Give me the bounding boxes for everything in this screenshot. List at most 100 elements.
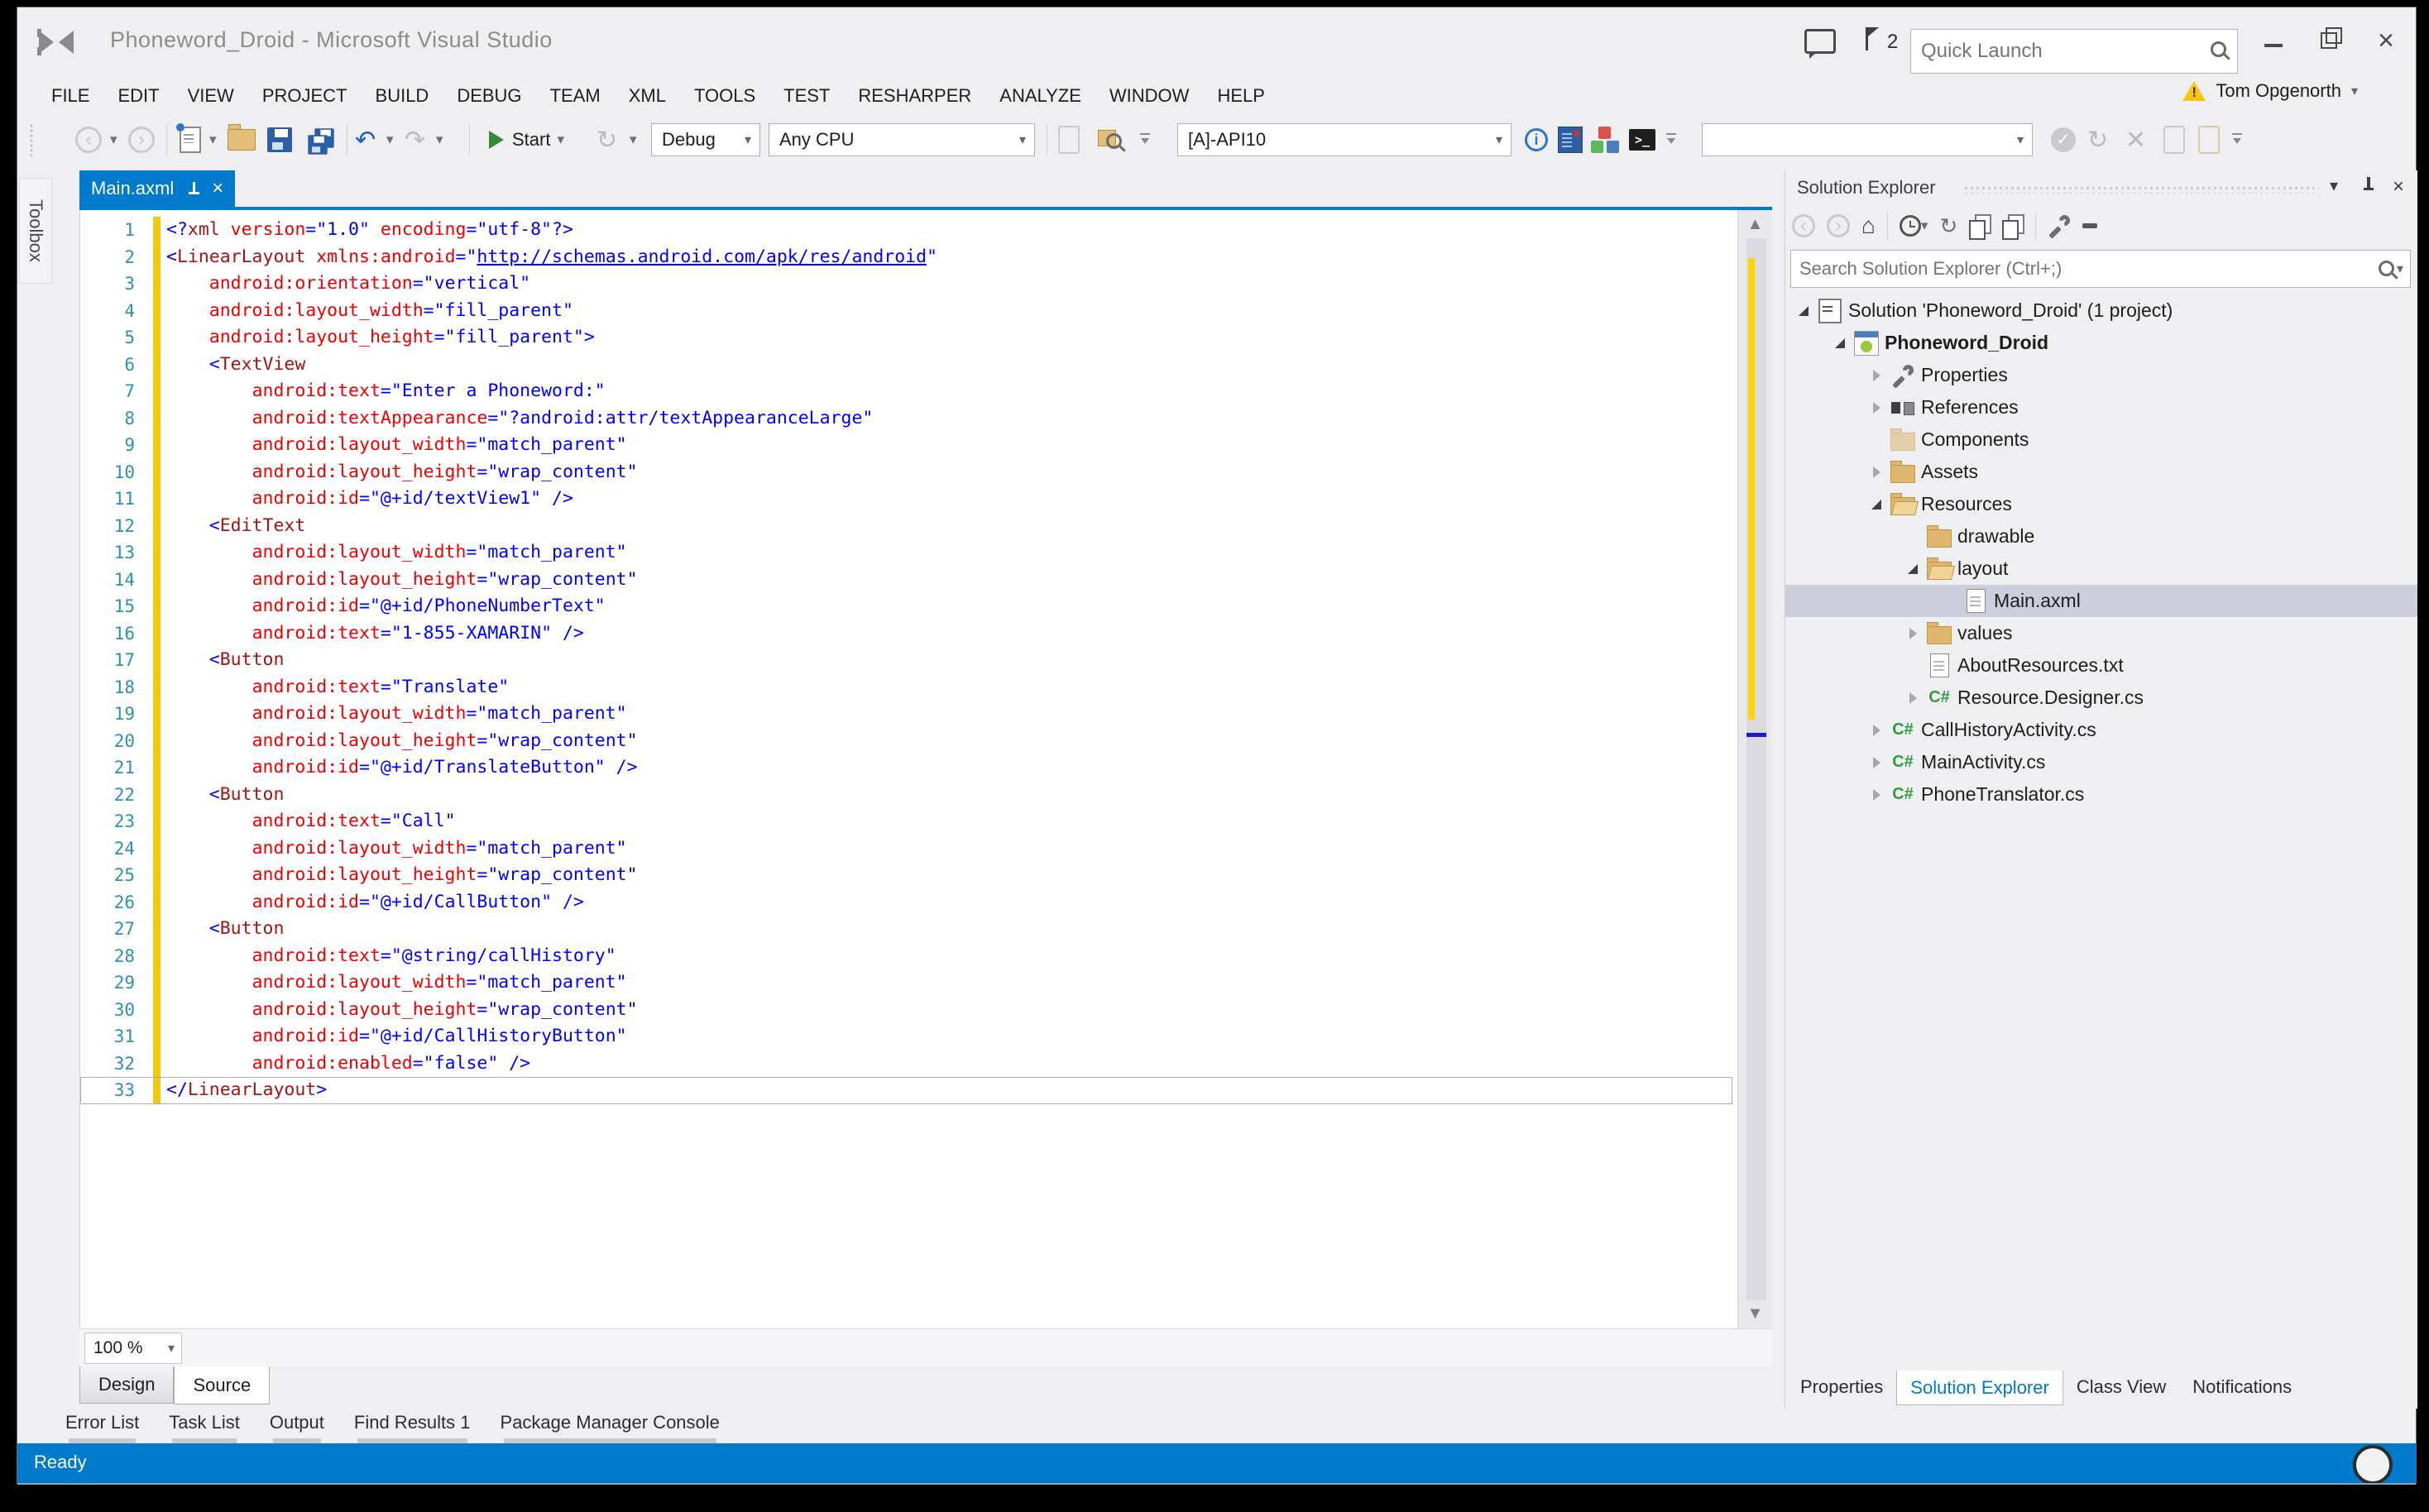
expander-icon[interactable] (1866, 725, 1886, 736)
notifications-flag-icon[interactable] (1864, 27, 1880, 50)
code-line[interactable]: 22 <Button (80, 782, 1732, 809)
code-line[interactable]: 26 android:id="@+id/CallButton" /> (80, 889, 1732, 916)
code-line[interactable]: 17 <Button (80, 647, 1732, 674)
tree-item-phoneword-droid[interactable]: Phoneword_Droid (1785, 327, 2417, 359)
navigate-forward-button[interactable]: › (128, 123, 155, 156)
expander-icon[interactable] (1830, 338, 1850, 348)
tab-source[interactable]: Source (174, 1366, 270, 1404)
bottom-tab-error-list[interactable]: Error List (65, 1412, 139, 1438)
code-line[interactable]: 6 <TextView (80, 352, 1732, 379)
menu-tools[interactable]: TOOLS (680, 77, 769, 115)
code-line[interactable]: 14 android:layout_height="wrap_content" (80, 567, 1732, 594)
document-tab-main-axml[interactable]: Main.axml × (79, 170, 235, 207)
chevron-down-icon[interactable]: ▾ (2351, 83, 2358, 99)
title-bar[interactable]: Phoneword_Droid - Microsoft Visual Studi… (17, 7, 2416, 77)
expander-icon[interactable] (1903, 692, 1923, 704)
code-line[interactable]: 33</LinearLayout> (80, 1077, 1732, 1104)
scroll-down-icon[interactable]: ▼ (1738, 1304, 1772, 1323)
tree-item-values[interactable]: values (1785, 617, 2417, 649)
navigate-back-button[interactable]: ‹ (75, 123, 102, 156)
code-line[interactable]: 32 android:enabled="false" /> (80, 1050, 1732, 1078)
menu-xml[interactable]: XML (615, 77, 680, 115)
bottom-tab-task-list[interactable]: Task List (169, 1412, 240, 1438)
redo-dropdown[interactable]: ▾ (436, 123, 443, 156)
search-icon[interactable] (2209, 40, 2230, 61)
toolbar-grip[interactable] (29, 123, 34, 156)
toolbar-overflow[interactable] (1139, 123, 1152, 156)
solution-explorer-search-input[interactable] (1791, 257, 2377, 280)
code-line[interactable]: 19 android:layout_width="match_parent" (80, 701, 1732, 728)
attach-button[interactable] (1058, 123, 1080, 156)
se-home-button[interactable]: ⌂ (1861, 213, 1876, 238)
solution-platform-combo[interactable]: Any CPU▾ (769, 123, 1035, 156)
expander-icon[interactable] (1794, 306, 1813, 316)
menu-team[interactable]: TEAM (536, 77, 615, 115)
start-dropdown-icon[interactable]: ▾ (557, 132, 564, 148)
code-line[interactable]: 1<?xml version="1.0" encoding="utf-8"?> (80, 217, 1732, 244)
back-dropdown[interactable]: ▾ (110, 123, 117, 156)
disabled-sync-button[interactable]: ↻ (2087, 123, 2108, 156)
tree-item-solution-phoneword-droid-1-project-[interactable]: Solution 'Phoneword_Droid' (1 project) (1785, 294, 2417, 327)
tree-item-resources[interactable]: Resources (1785, 488, 2417, 520)
start-debug-button[interactable]: Start ▾ (489, 123, 564, 156)
code-line[interactable]: 15 android:id="@+id/PhoneNumberText" (80, 593, 1732, 620)
code-line[interactable]: 10 android:layout_height="wrap_content" (80, 459, 1732, 486)
code-line[interactable]: 31 android:id="@+id/CallHistoryButton" (80, 1023, 1732, 1050)
se-tab-class-view[interactable]: Class View (2063, 1371, 2179, 1404)
code-line[interactable]: 18 android:text="Translate" (80, 674, 1732, 701)
menu-view[interactable]: VIEW (174, 77, 248, 115)
find-in-files-button[interactable] (1098, 123, 1126, 156)
menu-resharper[interactable]: RESHARPER (844, 77, 985, 115)
undo-dropdown[interactable]: ▾ (386, 123, 394, 156)
panel-close-icon[interactable]: × (2393, 175, 2404, 199)
save-all-button[interactable] (305, 123, 333, 156)
scrollbar-track[interactable] (1746, 238, 1766, 1300)
pin-icon[interactable] (2363, 175, 2374, 195)
disabled-device-button[interactable] (2163, 123, 2185, 156)
device-target-combo[interactable]: [A]-API10▾ (1177, 123, 1512, 156)
code-line[interactable]: 20 android:layout_height="wrap_content" (80, 728, 1732, 755)
code-line[interactable]: 4 android:layout_width="fill_parent" (80, 298, 1732, 325)
code-editor[interactable]: 1<?xml version="1.0" encoding="utf-8"?> 2… (79, 210, 1772, 1328)
expander-icon[interactable] (1903, 628, 1923, 639)
zoom-level-combo[interactable]: 100 % ▾ (84, 1333, 182, 1364)
new-item-dropdown[interactable]: ▾ (209, 123, 217, 156)
code-line[interactable]: 16 android:text="1-855-XAMARIN" /> (80, 620, 1732, 648)
refresh-button[interactable]: ↻ (596, 123, 617, 156)
tree-item-main-axml[interactable]: Main.axml (1785, 585, 2417, 617)
code-line[interactable]: 23 android:text="Call" (80, 808, 1732, 835)
toolbar-overflow-3[interactable] (2231, 123, 2245, 156)
bottom-tab-find-results-1[interactable]: Find Results 1 (354, 1412, 471, 1438)
menu-window[interactable]: WINDOW (1095, 77, 1204, 115)
right-toolbar-combo[interactable]: ▾ (1702, 123, 2033, 156)
console-button[interactable]: >_ (1629, 123, 1655, 156)
open-file-button[interactable] (228, 123, 256, 156)
se-tab-notifications[interactable]: Notifications (2179, 1371, 2305, 1404)
new-item-button[interactable] (180, 123, 201, 156)
tree-item-layout[interactable]: layout (1785, 553, 2417, 585)
toolbar-overflow-2[interactable] (1665, 123, 1679, 156)
tree-item-resource-designer-cs[interactable]: C#Resource.Designer.cs (1785, 682, 2417, 714)
tree-item-properties[interactable]: Properties (1785, 359, 2417, 391)
expander-icon[interactable] (1866, 370, 1886, 381)
menu-test[interactable]: TEST (769, 77, 844, 115)
expander-icon[interactable] (1866, 757, 1886, 768)
code-line[interactable]: 30 android:layout_height="wrap_content" (80, 997, 1732, 1024)
code-line[interactable]: 29 android:layout_width="match_parent" (80, 969, 1732, 997)
restore-button[interactable] (2306, 21, 2354, 60)
code-line[interactable]: 21 android:id="@+id/TranslateButton" /> (80, 754, 1732, 782)
disabled-device-folder-button[interactable] (2198, 123, 2220, 156)
code-line[interactable]: 9 android:layout_width="match_parent" (80, 432, 1732, 459)
tree-item-phonetranslator-cs[interactable]: C#PhoneTranslator.cs (1785, 778, 2417, 811)
code-line[interactable]: 7 android:text="Enter a Phoneword:" (80, 378, 1732, 405)
tree-item-components[interactable]: Components (1785, 423, 2417, 456)
sdk-manager-button[interactable] (1591, 123, 1619, 156)
code-line[interactable]: 25 android:layout_height="wrap_content" (80, 862, 1732, 889)
code-line[interactable]: 27 <Button (80, 916, 1732, 943)
code-line[interactable]: 24 android:layout_width="match_parent" (80, 835, 1732, 863)
bottom-tab-package-manager-console[interactable]: Package Manager Console (501, 1412, 720, 1438)
bottom-tab-output[interactable]: Output (270, 1412, 324, 1438)
menu-build[interactable]: BUILD (362, 77, 443, 115)
se-pending-changes-button[interactable]: ▾ (1900, 215, 1928, 237)
expander-icon[interactable] (1866, 467, 1886, 478)
